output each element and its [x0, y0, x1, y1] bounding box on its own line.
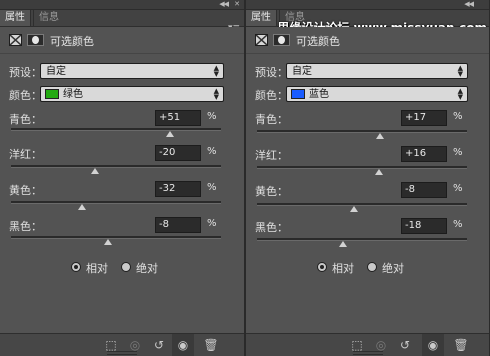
absolute-radio[interactable] — [367, 262, 377, 272]
layer-mask-icon[interactable] — [27, 34, 44, 46]
black-label: 黑色： — [255, 221, 288, 234]
yellow-slider-track[interactable] — [11, 201, 221, 210]
dropdown-arrows-icon: ▲ ▼ — [457, 64, 463, 78]
panel-top-strip: ◀◀ — [246, 0, 489, 10]
tab-properties[interactable]: 属性 — [0, 10, 31, 26]
magenta-label: 洋红： — [9, 148, 42, 161]
magenta-unit: % — [453, 147, 463, 158]
relative-radio[interactable] — [317, 262, 327, 272]
tab-bar: 属性 信息 思缘设计论坛 www.missyuan.com — [246, 10, 489, 35]
magenta-slider-track[interactable] — [11, 165, 221, 174]
yellow-unit: % — [207, 182, 217, 193]
colors-label: 颜色： — [9, 89, 42, 102]
cyan-input[interactable]: +51 — [155, 110, 201, 126]
color-swatch — [45, 89, 59, 99]
adjustment-header: 可选颜色 — [0, 27, 244, 54]
properties-panel-left: ◀◀ ✕ 属性 信息 ▾≡ 可选颜色 预设： 自定 ▲▼ 颜色： 绿色 ▲▼ 青… — [0, 0, 245, 356]
colors-dropdown[interactable]: 蓝色 ▲ ▼ — [286, 86, 468, 102]
resize-grip[interactable] — [107, 351, 137, 355]
preset-dropdown[interactable]: 自定 ▲ ▼ — [40, 63, 224, 79]
reset-icon[interactable]: ↺ — [394, 334, 416, 356]
adjustment-title: 可选颜色 — [296, 35, 340, 48]
dropdown-arrows-icon: ▲ ▼ — [457, 87, 463, 101]
relative-label: 相对 — [332, 262, 354, 275]
black-slider-track[interactable] — [257, 238, 467, 247]
color-swatch — [291, 89, 305, 99]
black-unit: % — [207, 218, 217, 229]
panel-top-strip: ◀◀ ✕ — [0, 0, 244, 10]
reset-icon[interactable]: ↺ — [148, 334, 170, 356]
eye-icon[interactable]: ◉ — [422, 334, 444, 356]
relative-label: 相对 — [86, 262, 108, 275]
yellow-slider-thumb[interactable] — [349, 206, 358, 212]
preset-value: 自定 — [46, 66, 66, 77]
adjustment-header: 可选颜色 — [246, 27, 489, 54]
preset-label: 预设： — [9, 66, 42, 79]
cyan-slider-track[interactable] — [257, 130, 467, 139]
yellow-slider-thumb[interactable] — [78, 204, 87, 210]
magenta-slider-thumb[interactable] — [91, 168, 99, 174]
cyan-slider-track[interactable] — [11, 128, 221, 137]
panel-bottom-toolbar: ⬚ ◎ ↺ ◉ 🗑 — [0, 333, 244, 356]
yellow-input[interactable]: -32 — [155, 181, 201, 197]
properties-panel-right: ◀◀ 属性 信息 思缘设计论坛 www.missyuan.com 可选颜色 预设… — [245, 0, 490, 356]
panel-bottom-toolbar: ⬚ ◎ ↺ ◉ 🗑 — [246, 333, 489, 356]
cyan-label: 青色： — [255, 113, 288, 126]
yellow-unit: % — [453, 183, 463, 194]
cyan-slider-thumb[interactable] — [375, 133, 384, 139]
relative-radio[interactable] — [71, 262, 81, 272]
cyan-label: 青色： — [9, 113, 42, 126]
black-slider-track[interactable] — [11, 236, 221, 245]
black-input[interactable]: -18 — [401, 218, 447, 234]
tab-info[interactable]: 信息 — [33, 10, 64, 26]
black-unit: % — [453, 219, 463, 230]
selective-color-icon — [9, 34, 22, 46]
preset-value: 自定 — [292, 66, 312, 77]
tab-bar: 属性 信息 ▾≡ — [0, 10, 244, 33]
colors-label: 颜色： — [255, 89, 288, 102]
cyan-slider-thumb[interactable] — [165, 131, 174, 137]
absolute-label: 绝对 — [382, 262, 404, 275]
layer-mask-icon[interactable] — [273, 34, 290, 46]
yellow-input[interactable]: -8 — [401, 182, 447, 198]
colors-dropdown[interactable]: 绿色 ▲ ▼ — [40, 86, 224, 102]
trash-icon[interactable]: 🗑 — [450, 334, 472, 356]
preset-label: 预设： — [255, 66, 288, 79]
selective-color-icon — [255, 34, 268, 46]
yellow-label: 黄色： — [9, 184, 42, 197]
magenta-slider-thumb[interactable] — [374, 169, 383, 175]
magenta-unit: % — [207, 146, 217, 157]
adjustment-title: 可选颜色 — [50, 35, 94, 48]
yellow-label: 黄色： — [255, 185, 288, 198]
yellow-slider-track[interactable] — [257, 203, 467, 212]
black-input[interactable]: -8 — [155, 217, 201, 233]
colors-value: 绿色 — [63, 89, 83, 100]
magenta-slider-track[interactable] — [257, 166, 467, 175]
dropdown-arrows-icon: ▲ ▼ — [213, 87, 219, 101]
black-slider-thumb[interactable] — [103, 239, 112, 245]
colors-value: 蓝色 — [309, 89, 329, 100]
close-icon[interactable]: ✕ — [234, 0, 240, 9]
tab-properties[interactable]: 属性 — [246, 10, 277, 26]
magenta-input[interactable]: -20 — [155, 145, 201, 161]
absolute-radio[interactable] — [121, 262, 131, 272]
eye-icon[interactable]: ◉ — [172, 334, 194, 356]
trash-icon[interactable]: 🗑 — [200, 334, 222, 356]
black-slider-thumb[interactable] — [339, 241, 348, 247]
cyan-unit: % — [453, 111, 463, 122]
double-chevron-icon[interactable]: ◀◀ — [464, 0, 474, 9]
absolute-label: 绝对 — [136, 262, 158, 275]
preset-dropdown[interactable]: 自定 ▲ ▼ — [286, 63, 468, 79]
dropdown-arrows-icon: ▲ ▼ — [213, 64, 219, 78]
magenta-label: 洋红： — [255, 149, 288, 162]
cyan-unit: % — [207, 111, 217, 122]
magenta-input[interactable]: +16 — [401, 146, 447, 162]
resize-grip[interactable] — [352, 351, 383, 355]
black-label: 黑色： — [9, 220, 42, 233]
double-chevron-icon[interactable]: ◀◀ — [219, 0, 229, 9]
cyan-input[interactable]: +17 — [401, 110, 447, 126]
